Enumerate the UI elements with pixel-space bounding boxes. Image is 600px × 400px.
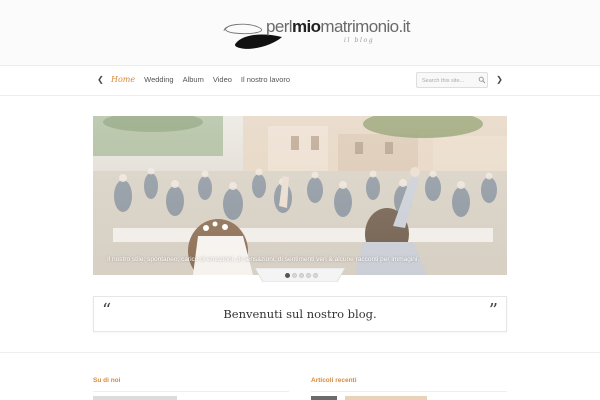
welcome-text: Benvenuti sul nostro blog. (223, 307, 377, 321)
slider-prev-button[interactable]: ❮ (93, 71, 108, 88)
recent-post-thumbnail[interactable] (311, 396, 337, 400)
pager-dot[interactable] (313, 273, 318, 278)
chevron-left-icon: ❮ (97, 75, 104, 84)
slider-pager (255, 268, 345, 282)
nav-item-il-nostro-lavoro[interactable]: Il nostro lavoro (241, 75, 290, 84)
logo-part-2: matrimonio.it (320, 17, 410, 36)
recent-title-rule (311, 391, 507, 392)
nav-item-album[interactable]: Album (183, 75, 204, 84)
about-text-partial (93, 396, 177, 400)
nav-item-video[interactable]: Video (213, 75, 232, 84)
about-title-rule (93, 391, 289, 392)
recent-post-link-partial[interactable] (345, 396, 427, 400)
pager-dot[interactable] (292, 273, 297, 278)
hero-slider[interactable]: Il nostro stile: spontaneo, carico di em… (93, 116, 507, 275)
pager-dot[interactable] (299, 273, 304, 278)
wedding-party-photo (93, 116, 507, 275)
section-divider (0, 352, 600, 353)
pager-dot[interactable] (306, 273, 311, 278)
magnifier-icon[interactable] (478, 76, 486, 84)
pager-dots (285, 273, 318, 278)
chevron-right-icon: ❯ (496, 75, 503, 84)
logo-wordmark: perlmiomatrimonio.it (266, 17, 411, 37)
main-navbar: Home Wedding Album Video Il nostro lavoro (0, 66, 600, 96)
nav-item-wedding[interactable]: Wedding (144, 75, 173, 84)
about-section-title: Su di noi (93, 377, 121, 384)
pager-dot[interactable] (285, 273, 290, 278)
recent-posts-title: Articoli recenti (311, 377, 357, 384)
search-input[interactable] (422, 76, 474, 85)
search-box (416, 72, 488, 88)
nav-item-home[interactable]: Home (111, 75, 135, 84)
main-nav: Home Wedding Album Video Il nostro lavoro (111, 75, 299, 84)
quote-close-icon: ” (488, 300, 498, 321)
slider-next-button[interactable]: ❯ (492, 71, 507, 88)
logo-tagline: il blog (344, 37, 375, 44)
logo-part-bold: mio (291, 17, 321, 36)
site-logo[interactable]: perlmiomatrimonio.it il blog (220, 17, 411, 53)
site-header: perlmiomatrimonio.it il blog (0, 0, 600, 66)
slide-caption: Il nostro stile: spontaneo, carico di em… (107, 256, 420, 263)
logo-part-1: perl (266, 17, 293, 36)
welcome-quote-box: “ Benvenuti sul nostro blog. ” (93, 296, 507, 332)
